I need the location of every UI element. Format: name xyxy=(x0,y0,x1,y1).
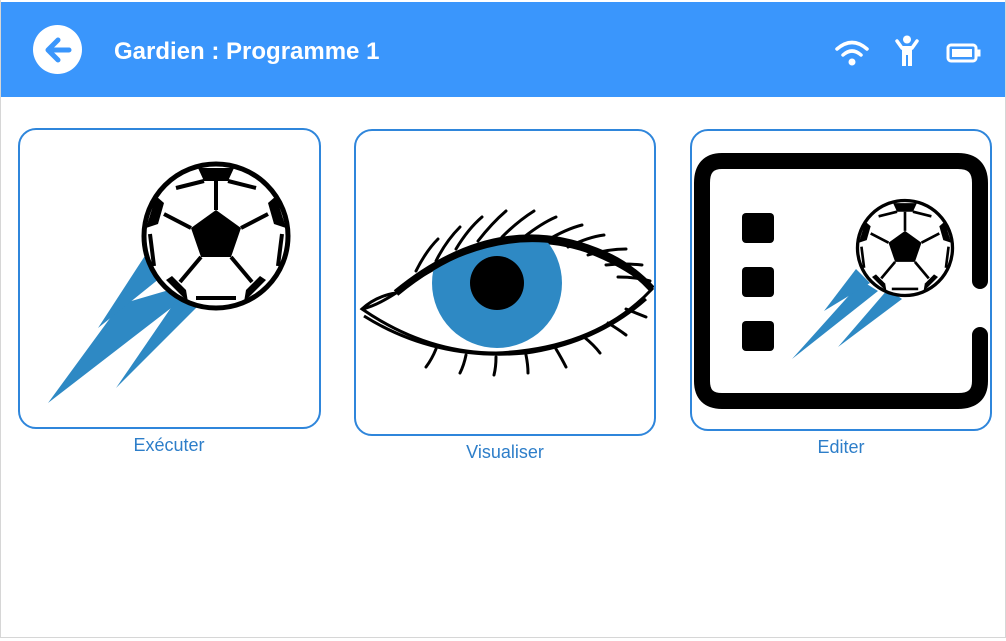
edit-label[interactable]: Editer xyxy=(691,437,991,458)
arrow-left-icon xyxy=(45,37,71,62)
app-window: Gardien : Programme 1 Exécuter Visualise… xyxy=(0,0,1006,638)
visualize-card[interactable] xyxy=(354,129,656,436)
page-title: Gardien : Programme 1 xyxy=(114,38,380,65)
visualize-label[interactable]: Visualiser xyxy=(355,442,655,463)
soccer-ball-kick-icon xyxy=(48,130,319,403)
eye-icon xyxy=(359,209,654,377)
execute-label[interactable]: Exécuter xyxy=(19,435,319,456)
back-button[interactable] xyxy=(33,25,82,74)
edit-card[interactable] xyxy=(690,129,992,431)
film-edit-icon xyxy=(694,153,988,409)
battery-icon xyxy=(946,38,982,68)
wifi-icon xyxy=(835,38,869,68)
execute-card[interactable] xyxy=(18,128,321,429)
header-bar: Gardien : Programme 1 xyxy=(1,2,1005,97)
person-icon xyxy=(895,35,919,66)
